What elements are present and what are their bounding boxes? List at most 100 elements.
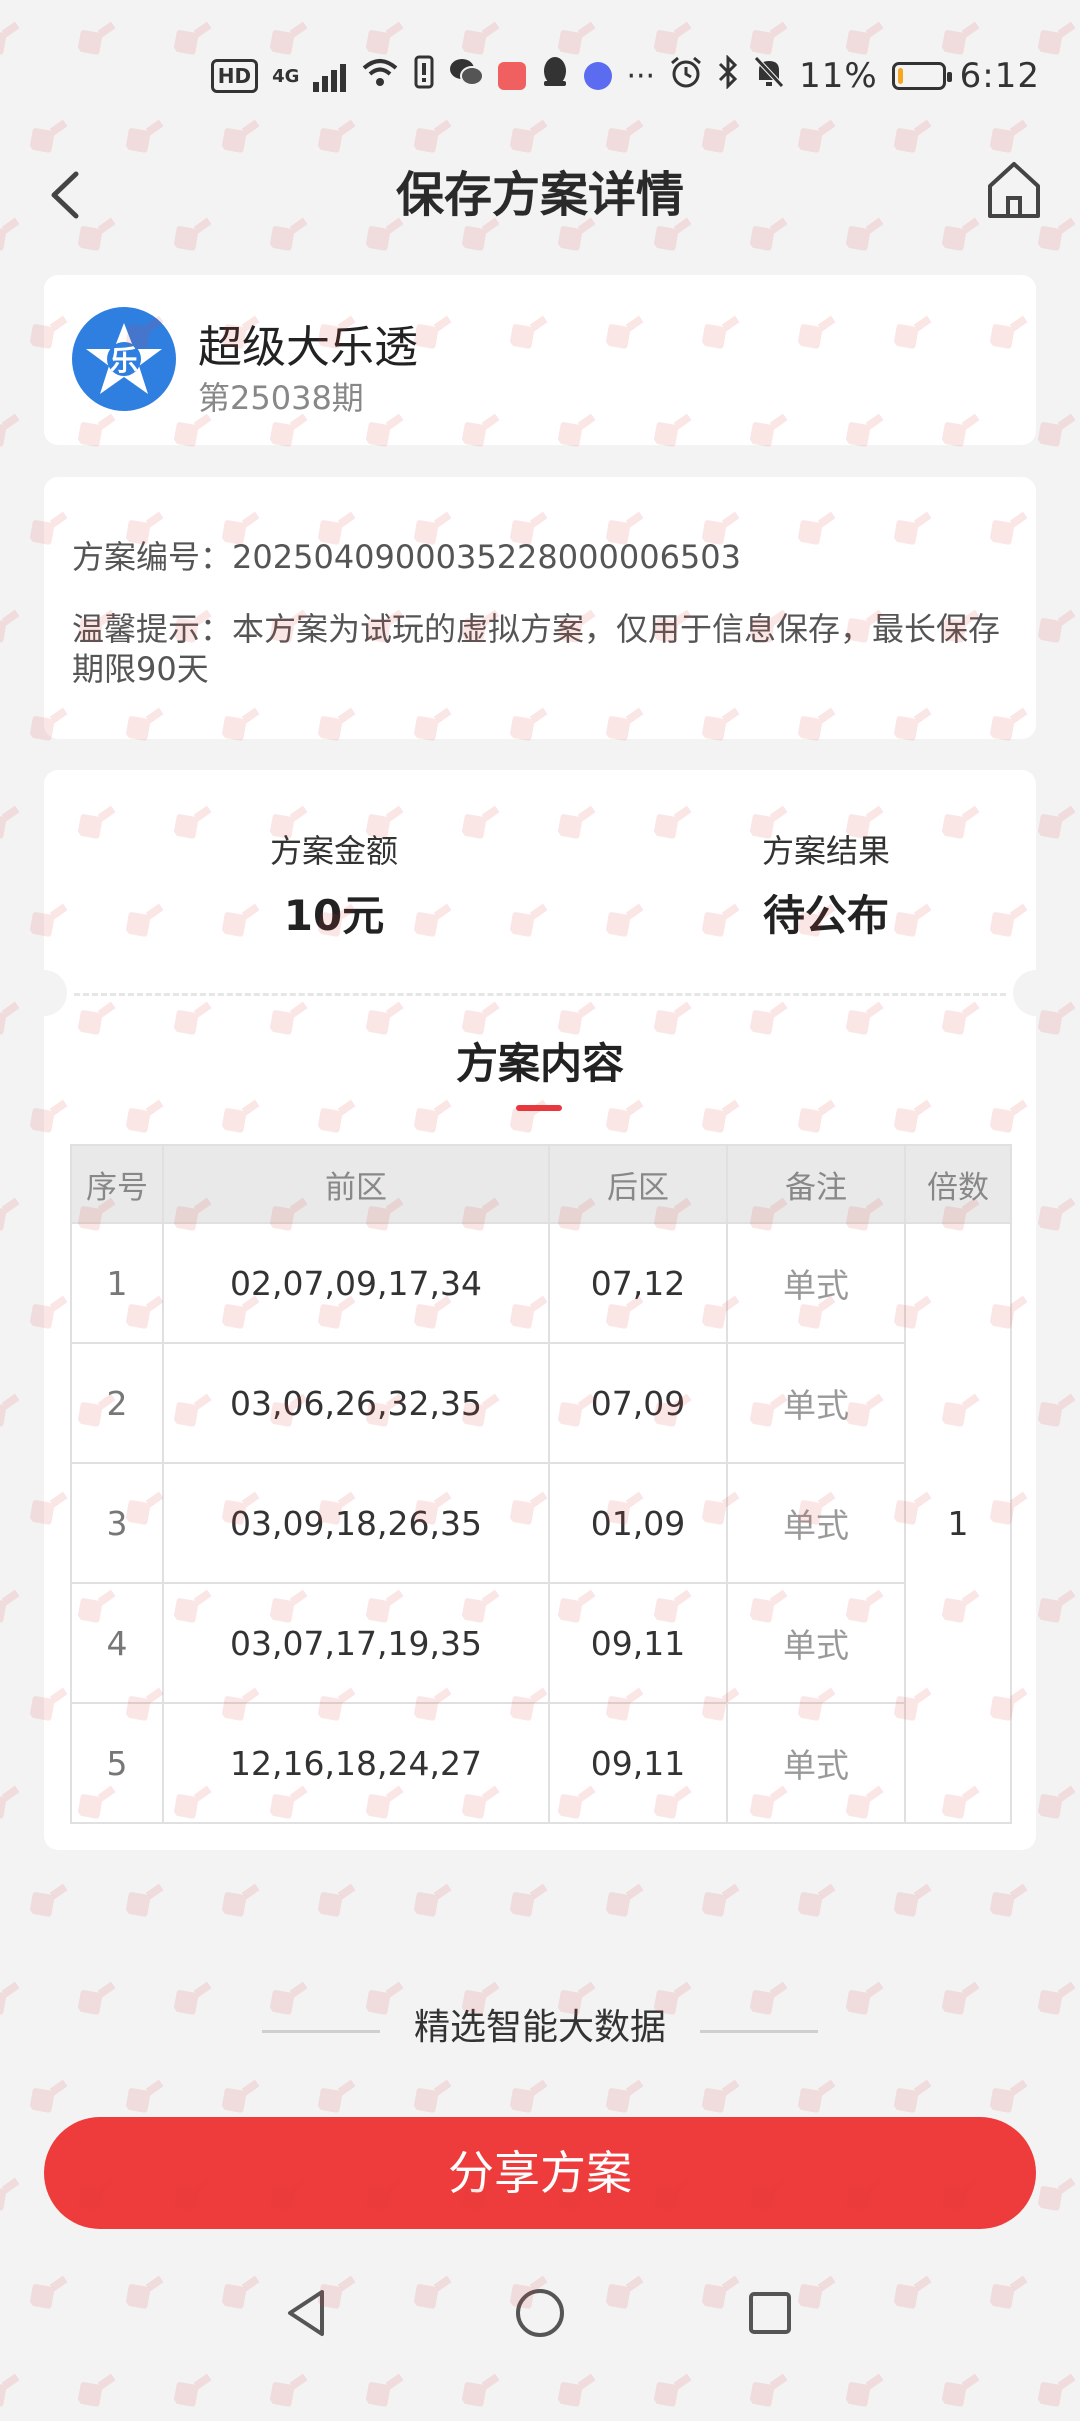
watermark-logo <box>502 2069 559 2124</box>
watermark-logo <box>406 2069 463 2124</box>
watermark-logo <box>0 599 30 654</box>
bluetooth-icon <box>717 53 739 98</box>
hd-badge: HD <box>210 59 259 93</box>
watermark-logo <box>310 1873 367 1928</box>
more-notifications-icon: ··· <box>626 58 656 94</box>
signal-icon <box>313 60 347 92</box>
watermark-logo <box>0 1187 30 1242</box>
row-note: 单式 <box>726 1342 906 1464</box>
divider-line-right <box>700 2030 818 2033</box>
watermark-logo <box>1030 1383 1080 1438</box>
watermark-logo <box>790 1873 847 1928</box>
network-type: 4G <box>272 65 300 87</box>
row-index: 5 <box>70 1702 164 1824</box>
row-note: 单式 <box>726 1582 906 1704</box>
watermark-logo <box>598 2069 655 2124</box>
plan-detail-card: 方案金额 10元 方案结果 待公布 方案内容 序号 前区 后区 备注 倍数 1 … <box>21 770 1059 1850</box>
watermark-logo <box>118 2069 175 2124</box>
row-note: 单式 <box>726 1462 906 1584</box>
watermark-logo <box>0 2167 30 2222</box>
system-nav-bar <box>0 2258 1080 2376</box>
shopping-app-icon <box>498 62 527 90</box>
col-header-note: 备注 <box>726 1144 906 1224</box>
table-header-row: 序号 前区 后区 备注 倍数 <box>70 1144 1012 1224</box>
front-numbers: 02,07,09,17,34 <box>162 1222 550 1344</box>
battery-level-fill <box>897 68 903 84</box>
nav-back-button[interactable] <box>272 2278 342 2348</box>
watermark-logo <box>0 1579 30 1634</box>
row-note: 单式 <box>726 1702 906 1824</box>
multiplier-value: 1 <box>904 1222 1012 1824</box>
home-icon <box>988 162 1040 218</box>
content-title: 方案内容 <box>455 1039 624 1088</box>
row-index: 4 <box>70 1582 164 1704</box>
back-numbers: 09,11 <box>548 1582 728 1704</box>
watermark-logo <box>1030 1187 1080 1242</box>
watermark-logo <box>406 1873 463 1928</box>
back-numbers: 07,09 <box>548 1342 728 1464</box>
watermark-logo <box>0 403 30 458</box>
watermark-logo <box>694 2069 751 2124</box>
plan-number-row: 方案编号：2025040900035228000006503 <box>72 537 1006 577</box>
lottery-logo: 乐 <box>72 307 176 411</box>
battery-icon <box>891 62 952 90</box>
table-row: 2 03,06,26,32,35 07,09 单式 <box>70 1342 1011 1464</box>
row-index: 1 <box>70 1222 164 1344</box>
watermark-logo <box>0 1383 30 1438</box>
watermark-logo <box>886 2069 943 2124</box>
tip-row: 温馨提示：本方案为试玩的虚拟方案，仅用于信息保存，最长保存期限90天 <box>72 609 1006 689</box>
qq-icon <box>540 55 570 98</box>
amount-value: 10元 <box>283 891 385 940</box>
logo-char: 乐 <box>109 344 138 377</box>
alert-icon <box>414 55 434 98</box>
watermark-logo <box>1030 2167 1080 2222</box>
share-plan-button[interactable]: 分享方案 <box>44 2117 1036 2229</box>
watermark-logo <box>1030 1775 1080 1830</box>
plan-number-label: 方案编号： <box>72 538 233 576</box>
watermark-logo <box>22 2069 79 2124</box>
front-numbers: 03,09,18,26,35 <box>162 1462 550 1584</box>
big-data-section-title: 精选智能大数据 <box>413 2007 666 2048</box>
back-numbers: 09,11 <box>548 1702 728 1824</box>
ticket-notch-right <box>1013 970 1059 1016</box>
circle-home-icon <box>516 2289 564 2337</box>
clock: 6:12 <box>959 56 1040 96</box>
back-numbers: 07,12 <box>548 1222 728 1344</box>
watermark-logo <box>214 2069 271 2124</box>
watermark-logo <box>310 2069 367 2124</box>
watermark-logo <box>1030 795 1080 850</box>
row-index: 2 <box>70 1342 164 1464</box>
row-note: 单式 <box>726 1222 906 1344</box>
music-app-icon <box>584 62 613 90</box>
battery-percent: 11% <box>799 56 878 96</box>
watermark-logo <box>1030 599 1080 654</box>
watermark-logo <box>214 1873 271 1928</box>
content-title-underline <box>516 1105 562 1111</box>
front-numbers: 03,06,26,32,35 <box>162 1342 550 1464</box>
triangle-back-icon <box>288 2290 324 2336</box>
watermark-logo <box>1030 1579 1080 1634</box>
watermark-logo <box>1030 403 1080 458</box>
watermark-logo <box>502 1873 559 1928</box>
dashed-divider <box>74 993 1006 996</box>
page-title: 保存方案详情 <box>395 167 684 223</box>
back-numbers: 01,09 <box>548 1462 728 1584</box>
nav-recents-button[interactable] <box>735 2278 805 2348</box>
table-row: 3 03,09,18,26,35 01,09 单式 <box>70 1462 1011 1584</box>
home-button[interactable] <box>984 154 1044 224</box>
watermark-logo <box>982 2069 1039 2124</box>
status-bar: HD 4G ··· 11% 6:12 <box>0 0 1080 140</box>
mute-icon <box>753 55 785 98</box>
col-header-front: 前区 <box>162 1144 550 1224</box>
issue-number: 第25038期 <box>198 379 364 417</box>
nav-home-button[interactable] <box>505 2278 575 2348</box>
ticket-notch-left <box>21 970 67 1016</box>
lottery-name: 超级大乐透 <box>198 322 418 373</box>
row-index: 3 <box>70 1462 164 1584</box>
watermark-logo <box>0 1775 30 1830</box>
tip-label: 温馨提示： <box>72 610 233 648</box>
result-value: 待公布 <box>762 891 889 940</box>
col-header-index: 序号 <box>70 1144 164 1224</box>
front-numbers: 03,07,17,19,35 <box>162 1582 550 1704</box>
wechat-icon <box>448 56 485 97</box>
